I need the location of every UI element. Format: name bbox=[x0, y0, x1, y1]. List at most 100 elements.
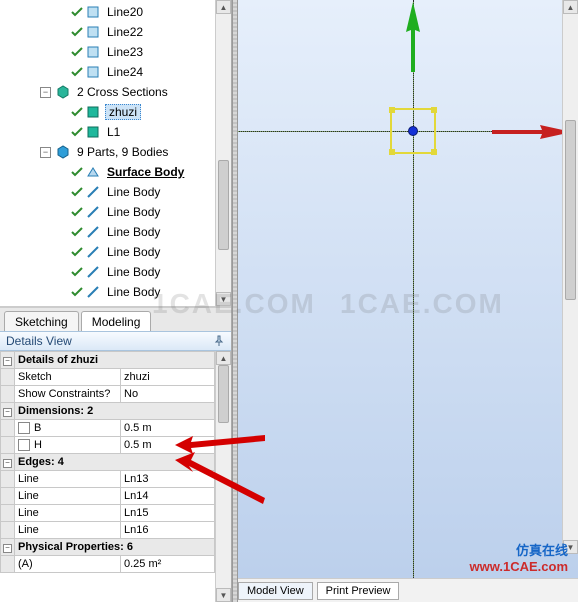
prop-key[interactable]: H bbox=[15, 437, 121, 454]
prop-value[interactable]: zhuzi bbox=[121, 369, 215, 386]
scroll-thumb[interactable] bbox=[565, 120, 576, 300]
resize-handle[interactable] bbox=[431, 149, 437, 155]
tab-sketching[interactable]: Sketching bbox=[4, 311, 79, 331]
scroll-thumb[interactable] bbox=[218, 365, 229, 423]
gridline-v bbox=[413, 0, 414, 578]
tree-item-line-body[interactable]: Line Body bbox=[0, 182, 231, 202]
tree-label: 2 Cross Sections bbox=[75, 85, 170, 99]
prop-value[interactable]: Ln15 bbox=[121, 505, 215, 522]
check-icon bbox=[70, 24, 84, 40]
graphics-viewport[interactable]: ▲ ▼ bbox=[232, 0, 578, 578]
sketch-line-icon bbox=[85, 64, 101, 80]
scroll-up-icon[interactable]: ▲ bbox=[216, 0, 231, 14]
check-icon bbox=[70, 284, 84, 300]
line-body-icon bbox=[85, 184, 101, 200]
prop-value[interactable]: Ln14 bbox=[121, 488, 215, 505]
details-grid[interactable]: −Details of zhuzi Sketchzhuzi Show Const… bbox=[0, 351, 231, 602]
scroll-up-icon[interactable]: ▲ bbox=[216, 351, 231, 365]
collapse-icon[interactable]: − bbox=[3, 459, 12, 468]
tree-item-line22[interactable]: Line22 bbox=[0, 22, 231, 42]
details-section-header: Details of zhuzi bbox=[15, 352, 215, 369]
viewport-scrollbar[interactable]: ▲ ▼ bbox=[562, 0, 578, 554]
tab-model-view[interactable]: Model View bbox=[238, 582, 313, 600]
tree-item-line23[interactable]: Line23 bbox=[0, 42, 231, 62]
check-icon bbox=[70, 104, 84, 120]
prop-key: Line bbox=[15, 471, 121, 488]
check-icon bbox=[70, 164, 84, 180]
tree-label: Line Body bbox=[105, 285, 162, 299]
details-view-title: Details View bbox=[6, 334, 72, 348]
prop-value[interactable]: Ln13 bbox=[121, 471, 215, 488]
scroll-down-icon[interactable]: ▼ bbox=[216, 588, 231, 602]
tree-label: Line Body bbox=[105, 225, 162, 239]
pin-icon[interactable] bbox=[213, 335, 225, 347]
prop-key[interactable]: B bbox=[15, 420, 121, 437]
scroll-thumb[interactable] bbox=[218, 160, 229, 250]
outline-tree[interactable]: Line20 Line22 Line23 Line24 − 2 Cross Sec… bbox=[0, 0, 231, 307]
tree-item-zhuzi[interactable]: zhuzi bbox=[0, 102, 231, 122]
collapse-icon[interactable]: − bbox=[40, 147, 51, 158]
scroll-up-icon[interactable]: ▲ bbox=[563, 0, 578, 14]
cross-section-icon bbox=[55, 84, 71, 100]
prop-value[interactable]: Ln16 bbox=[121, 522, 215, 539]
tree-item-parts[interactable]: − 9 Parts, 9 Bodies bbox=[0, 142, 231, 162]
tree-label: Line24 bbox=[105, 65, 145, 79]
tree-item-line-body[interactable]: Line Body bbox=[0, 222, 231, 242]
prop-value[interactable]: 0.25 m² bbox=[121, 556, 215, 573]
collapse-icon[interactable]: − bbox=[3, 408, 12, 417]
tree-label: L1 bbox=[105, 125, 122, 139]
mode-tabs: Sketching Modeling bbox=[0, 307, 231, 331]
tree-item-line-body[interactable]: Line Body bbox=[0, 242, 231, 262]
tree-scrollbar[interactable]: ▲ ▼ bbox=[215, 0, 231, 306]
section-profile-icon bbox=[85, 104, 101, 120]
tree-label: Line23 bbox=[105, 45, 145, 59]
prop-value[interactable]: No bbox=[121, 386, 215, 403]
section-profile-icon bbox=[85, 124, 101, 140]
tab-print-preview[interactable]: Print Preview bbox=[317, 582, 400, 600]
scroll-down-icon[interactable]: ▼ bbox=[216, 292, 231, 306]
collapse-icon[interactable]: − bbox=[3, 544, 12, 553]
axis-x-arrow-icon bbox=[492, 117, 572, 147]
check-icon bbox=[70, 64, 84, 80]
tree-label: Line22 bbox=[105, 25, 145, 39]
check-icon bbox=[70, 184, 84, 200]
line-body-icon bbox=[85, 224, 101, 240]
details-section-header: Dimensions: 2 bbox=[15, 403, 215, 420]
tree-item-line-body[interactable]: Line Body bbox=[0, 262, 231, 282]
line-body-icon bbox=[85, 284, 101, 300]
origin-point-icon bbox=[408, 126, 418, 136]
line-body-icon bbox=[85, 204, 101, 220]
prop-key: Sketch bbox=[15, 369, 121, 386]
view-tabs: Model View Print Preview bbox=[232, 578, 578, 602]
details-scrollbar[interactable]: ▲ ▼ bbox=[215, 351, 231, 602]
tree-label: 9 Parts, 9 Bodies bbox=[75, 145, 170, 159]
prop-key: Line bbox=[15, 488, 121, 505]
collapse-icon[interactable]: − bbox=[40, 87, 51, 98]
collapse-icon[interactable]: − bbox=[3, 357, 12, 366]
tree-label: Line20 bbox=[105, 5, 145, 19]
tree-item-line20[interactable]: Line20 bbox=[0, 2, 231, 22]
tree-item-l1[interactable]: L1 bbox=[0, 122, 231, 142]
tree-label: Line Body bbox=[105, 245, 162, 259]
tree-label: Line Body bbox=[105, 185, 162, 199]
details-section-header: Physical Properties: 6 bbox=[15, 539, 215, 556]
tree-item-line24[interactable]: Line24 bbox=[0, 62, 231, 82]
tree-item-cross-sections[interactable]: − 2 Cross Sections bbox=[0, 82, 231, 102]
prop-value[interactable]: 0.5 m bbox=[121, 437, 215, 454]
scroll-down-icon[interactable]: ▼ bbox=[563, 540, 578, 554]
check-icon bbox=[70, 124, 84, 140]
prop-value[interactable]: 0.5 m bbox=[121, 420, 215, 437]
details-view-header: Details View bbox=[0, 331, 231, 351]
tree-item-line-body[interactable]: Line Body bbox=[0, 202, 231, 222]
resize-handle[interactable] bbox=[389, 107, 395, 113]
resize-handle[interactable] bbox=[431, 107, 437, 113]
prop-key: Show Constraints? bbox=[15, 386, 121, 403]
resize-handle[interactable] bbox=[389, 149, 395, 155]
tab-modeling[interactable]: Modeling bbox=[81, 311, 152, 331]
prop-key: Line bbox=[15, 505, 121, 522]
tree-item-line-body[interactable]: Line Body bbox=[0, 282, 231, 302]
parts-icon bbox=[55, 144, 71, 160]
splitter-handle[interactable] bbox=[232, 0, 238, 602]
tree-item-surface-body[interactable]: Surface Body bbox=[0, 162, 231, 182]
sketch-line-icon bbox=[85, 4, 101, 20]
